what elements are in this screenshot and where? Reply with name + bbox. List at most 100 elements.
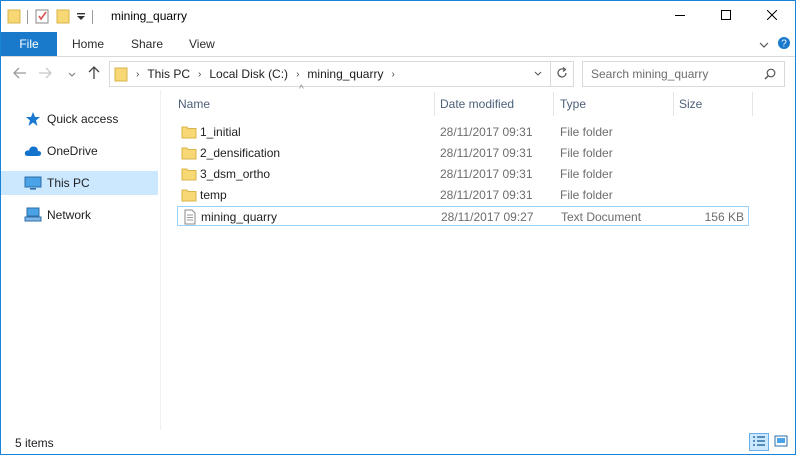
details-view-icon (752, 435, 766, 450)
column-divider[interactable] (434, 92, 435, 116)
column-header-size[interactable]: Size (679, 90, 749, 118)
nav-item-label: This PC (47, 176, 90, 190)
navigation-bar: › This PC › Local Disk (C:) › mining_qua… (1, 57, 795, 90)
properties-icon[interactable] (34, 8, 50, 27)
minimize-icon (675, 9, 685, 23)
maximize-button[interactable] (703, 1, 749, 31)
computer-icon (24, 175, 42, 191)
folder-icon (181, 187, 197, 203)
large-icons-view-button[interactable] (771, 433, 791, 451)
nav-item-network[interactable]: Network (1, 203, 158, 227)
column-divider[interactable] (752, 92, 753, 116)
file-type: File folder (560, 125, 613, 139)
file-name: 3_dsm_ortho (200, 167, 271, 181)
window-title: mining_quarry (111, 9, 188, 23)
nav-item-label: Network (47, 208, 92, 222)
arrow-right-icon (38, 67, 52, 82)
tab-view[interactable]: View (189, 32, 215, 56)
folder-icon (181, 145, 197, 161)
folder-icon (7, 8, 21, 27)
chevron-down-icon (534, 66, 542, 80)
refresh-icon (556, 66, 568, 82)
column-header-type[interactable]: Type (560, 90, 670, 118)
file-date: 28/11/2017 09:31 (440, 167, 533, 181)
file-row[interactable]: 3_dsm_ortho 28/11/2017 09:31 File folder (177, 164, 749, 184)
breadcrumb-this-pc[interactable]: This PC (147, 67, 190, 81)
breadcrumb-separator: › (198, 68, 202, 80)
ribbon: File Home Share View ? (1, 32, 795, 57)
forward-button[interactable] (36, 65, 54, 83)
file-name: 1_initial (200, 125, 241, 139)
text-document-icon (182, 209, 198, 225)
nav-item-quick-access[interactable]: Quick access (1, 107, 158, 131)
cloud-icon (24, 143, 42, 159)
back-button[interactable] (11, 65, 29, 83)
refresh-button[interactable] (550, 61, 574, 87)
explorer-window: mining_quarry File Home Share View ? › T… (0, 0, 796, 455)
column-divider[interactable] (673, 92, 674, 116)
close-button[interactable] (749, 1, 795, 31)
minimize-button[interactable] (657, 1, 703, 31)
file-date: 28/11/2017 09:31 (440, 125, 533, 139)
file-row[interactable]: 1_initial 28/11/2017 09:31 File folder (177, 122, 749, 142)
details-view-button[interactable] (749, 433, 769, 451)
address-history-button[interactable] (528, 62, 548, 84)
file-date: 28/11/2017 09:27 (441, 210, 534, 224)
file-name: 2_densification (200, 146, 281, 160)
file-date: 28/11/2017 09:31 (440, 188, 533, 202)
file-date: 28/11/2017 09:31 (440, 146, 533, 160)
svg-text:?: ? (781, 39, 787, 50)
breadcrumb-separator: › (296, 68, 300, 80)
breadcrumb-local-disk[interactable]: Local Disk (C:) (209, 67, 288, 81)
file-row[interactable]: 2_densification 28/11/2017 09:31 File fo… (177, 143, 749, 163)
arrow-left-icon (13, 67, 27, 82)
navigation-pane: Quick access OneDrive This PC Network (1, 90, 160, 430)
breadcrumb-separator: › (391, 68, 395, 80)
tab-share[interactable]: Share (131, 32, 163, 56)
column-header-name[interactable]: Name (178, 90, 432, 118)
nav-item-this-pc[interactable]: This PC (1, 171, 158, 195)
maximize-icon (721, 9, 731, 23)
column-header-date[interactable]: Date modified (440, 90, 550, 118)
search-box[interactable]: Search mining_quarry (582, 61, 785, 87)
search-icon[interactable] (764, 68, 776, 80)
file-type: File folder (560, 167, 613, 181)
arrow-up-icon (88, 65, 100, 83)
file-row[interactable]: mining_quarry 28/11/2017 09:27 Text Docu… (177, 206, 749, 226)
recent-locations-button[interactable] (63, 65, 81, 83)
divider (92, 10, 93, 24)
folder-icon (181, 166, 197, 182)
star-icon (24, 111, 42, 127)
folder-icon (181, 124, 197, 140)
file-name: temp (200, 188, 227, 202)
file-size: 156 KB (704, 210, 744, 224)
file-type: File folder (560, 188, 613, 202)
nav-item-onedrive[interactable]: OneDrive (1, 139, 158, 163)
address-bar[interactable]: › This PC › Local Disk (C:) › mining_qua… (109, 61, 551, 87)
tab-home[interactable]: Home (72, 32, 104, 56)
status-bar: 5 items (1, 430, 795, 454)
expand-ribbon-icon[interactable] (759, 38, 769, 52)
divider (27, 10, 28, 24)
breadcrumb-mining-quarry[interactable]: mining_quarry (307, 67, 383, 81)
up-button[interactable] (85, 65, 103, 83)
close-icon (766, 9, 778, 23)
tab-file[interactable]: File (1, 32, 57, 56)
new-folder-icon[interactable] (56, 8, 70, 27)
quick-access-toolbar (7, 7, 99, 27)
customize-toolbar-icon[interactable] (76, 10, 86, 24)
help-icon[interactable]: ? (777, 36, 791, 53)
file-type: File folder (560, 146, 613, 160)
large-icons-view-icon (774, 435, 788, 450)
network-icon (24, 207, 42, 223)
title-bar: mining_quarry (1, 1, 795, 32)
file-list: ^ Name Date modified Type Size 1_initial… (161, 84, 795, 430)
file-row[interactable]: temp 28/11/2017 09:31 File folder (177, 185, 749, 205)
nav-item-label: OneDrive (47, 144, 98, 158)
column-divider[interactable] (553, 92, 554, 116)
search-input[interactable]: Search mining_quarry (591, 67, 764, 81)
item-count: 5 items (15, 436, 54, 450)
breadcrumb-separator: › (136, 68, 140, 80)
nav-item-label: Quick access (47, 112, 119, 126)
chevron-down-icon (68, 67, 76, 81)
